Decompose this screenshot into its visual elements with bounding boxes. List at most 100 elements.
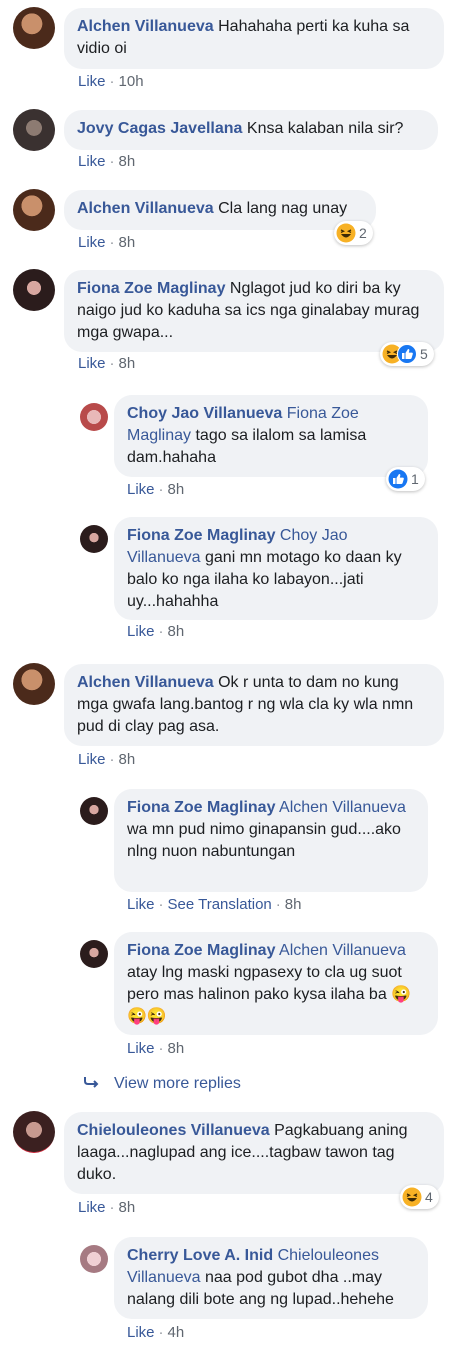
reply-text: atay lng maski ngpasexy to cla ug suot p… [127,964,402,1003]
reply-text: wa mn pud nimo ginapansin gud....ako nln… [127,821,401,860]
separator-dot: · [275,896,281,913]
reply-author[interactable]: Fiona Zoe Maglinay [127,942,275,959]
timestamp[interactable]: 10h [119,73,144,90]
view-more-replies[interactable]: View more replies [84,1075,241,1093]
reply-actions: Like · 8h [127,1040,184,1057]
mention-link[interactable]: Alchen Villanueva [279,942,406,959]
timestamp[interactable]: 8h [119,153,136,170]
separator-dot: · [109,153,115,170]
mention-link[interactable]: Alchen Villanueva [279,799,406,816]
reply-author[interactable]: Fiona Zoe Maglinay [127,527,275,544]
like-button[interactable]: Like [78,153,106,170]
avatar[interactable] [80,1245,108,1273]
comment-text: Cla lang nag unay [218,200,348,217]
like-button[interactable]: Like [127,896,155,913]
avatar[interactable] [13,269,55,311]
reaction-count: 5 [420,346,428,362]
timestamp[interactable]: 8h [168,623,185,640]
like-reaction-icon [388,469,408,489]
comment-author[interactable]: Alchen Villanueva [77,200,214,217]
avatar[interactable] [13,1111,55,1153]
separator-dot: · [158,1040,164,1057]
comment-author[interactable]: Jovy Cagas Javellana [77,120,242,137]
timestamp[interactable]: 8h [168,1040,185,1057]
avatar[interactable] [80,940,108,968]
like-reaction-icon [397,344,417,364]
comment-bubble: Chielouleones Villanueva Pagkabuang anin… [64,1112,444,1194]
timestamp[interactable]: 8h [119,355,136,372]
comment-bubble: Alchen Villanueva Cla lang nag unay [64,190,376,230]
like-button[interactable]: Like [127,623,155,640]
comment-actions: Like · 10h [78,73,144,90]
separator-dot: · [109,355,115,372]
comment-actions: Like · 8h [78,234,135,251]
reply-author[interactable]: Fiona Zoe Maglinay [127,799,275,816]
like-button[interactable]: Like [127,1040,155,1057]
avatar[interactable] [13,663,55,705]
like-button[interactable]: Like [78,751,106,768]
like-button[interactable]: Like [78,234,106,251]
see-translation-link[interactable]: See Translation [168,896,272,913]
timestamp[interactable]: 8h [119,751,136,768]
reaction-summary[interactable]: 4 [400,1185,439,1209]
separator-dot: · [158,623,164,640]
reply-actions: Like · 8h [127,623,184,640]
reaction-summary[interactable]: 5 [380,342,434,366]
avatar[interactable] [80,797,108,825]
reaction-count: 2 [359,225,367,241]
comment-author[interactable]: Chielouleones Villanueva [77,1122,270,1139]
reply-actions: Like · 8h [127,481,184,498]
comment-bubble: Fiona Zoe Maglinay Nglagot jud ko diri b… [64,270,444,352]
comment-actions: Like · 8h [78,1199,135,1216]
haha-reaction-icon [336,223,356,243]
like-button[interactable]: Like [127,481,155,498]
view-more-label: View more replies [114,1075,241,1092]
reply-bubble: Fiona Zoe Maglinay Alchen Villanueva ata… [114,932,438,1035]
comment-text: Knsa kalaban nila sir? [246,120,404,137]
like-button[interactable]: Like [78,355,106,372]
comment-actions: Like · 8h [78,153,135,170]
timestamp[interactable]: 4h [168,1324,185,1341]
reply-author[interactable]: Choy Jao Villanueva [127,405,282,422]
reaction-summary[interactable]: 2 [334,221,373,245]
separator-dot: · [158,1324,164,1341]
reply-bubble: Cherry Love A. Inid Chielouleones Villan… [114,1237,428,1319]
separator-dot: · [109,73,115,90]
avatar[interactable] [80,403,108,431]
reply-arrow-icon [84,1075,100,1093]
reply-bubble: Fiona Zoe Maglinay Alchen Villanueva wa … [114,789,428,892]
comment-author[interactable]: Fiona Zoe Maglinay [77,280,225,297]
comment-bubble: Jovy Cagas Javellana Knsa kalaban nila s… [64,110,438,150]
like-button[interactable]: Like [78,73,106,90]
reply-bubble: Fiona Zoe Maglinay Choy Jao Villanueva g… [114,517,438,620]
comment-actions: Like · 8h [78,751,135,768]
separator-dot: · [158,481,164,498]
reaction-count: 1 [411,471,419,487]
separator-dot: · [158,896,164,913]
timestamp[interactable]: 8h [119,1199,136,1216]
reply-bubble: Choy Jao Villanueva Fiona Zoe Maglinay t… [114,395,428,477]
comment-actions: Like · 8h [78,355,135,372]
reaction-summary[interactable]: 1 [386,467,425,491]
reaction-count: 4 [425,1189,433,1205]
comment-bubble: Alchen Villanueva Hahahaha perti ka kuha… [64,8,444,69]
comment-bubble: Alchen Villanueva Ok r unta to dam no ku… [64,664,444,746]
separator-dot: · [109,234,115,251]
timestamp[interactable]: 8h [285,896,302,913]
reply-actions: Like · See Translation · 8h [127,896,301,913]
comment-author[interactable]: Alchen Villanueva [77,674,214,691]
like-button[interactable]: Like [127,1324,155,1341]
like-button[interactable]: Like [78,1199,106,1216]
reply-author[interactable]: Cherry Love A. Inid [127,1247,273,1264]
timestamp[interactable]: 8h [119,234,136,251]
avatar[interactable] [13,109,55,151]
comment-author[interactable]: Alchen Villanueva [77,18,214,35]
avatar[interactable] [13,189,55,231]
haha-reaction-icon [402,1187,422,1207]
separator-dot: · [109,751,115,768]
separator-dot: · [109,1199,115,1216]
avatar[interactable] [80,525,108,553]
reply-actions: Like · 4h [127,1324,184,1341]
timestamp[interactable]: 8h [168,481,185,498]
avatar[interactable] [13,7,55,49]
